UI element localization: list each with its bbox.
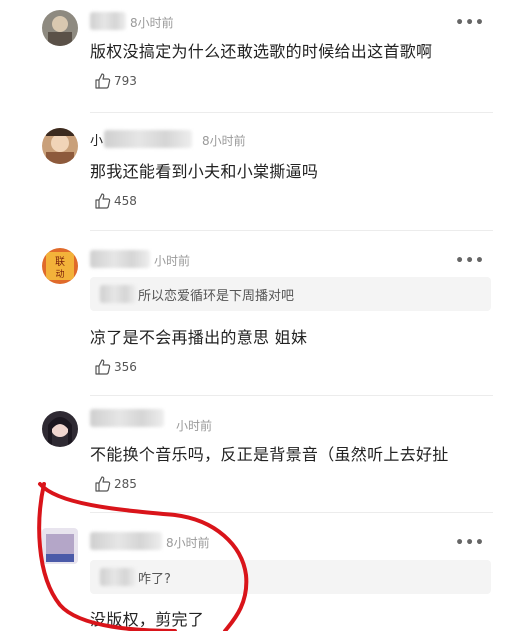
- like-count: 285: [114, 477, 137, 491]
- like-count: 458: [114, 194, 137, 208]
- comment-item: 8小时前 ••• 版权没搞定为什么还敢选歌的时候给出这首歌啊 793: [0, 0, 521, 112]
- svg-text:联: 联: [55, 256, 65, 268]
- avatar[interactable]: [42, 10, 78, 46]
- username-redacted: [90, 250, 150, 268]
- quoted-reply[interactable]: 所以恋爱循环是下周播对吧: [90, 277, 491, 311]
- like-button[interactable]: 458: [94, 192, 137, 210]
- like-count: 793: [114, 74, 137, 88]
- avatar-image: [42, 128, 78, 164]
- avatar[interactable]: [42, 528, 78, 564]
- comment-text: 那我还能看到小夫和小棠撕逼吗: [90, 162, 319, 181]
- username-redacted: [90, 532, 162, 550]
- comment-text: 凉了是不会再播出的意思 姐妹: [90, 328, 308, 347]
- comment-text: 版权没搞定为什么还敢选歌的时候给出这首歌啊: [90, 42, 433, 61]
- quoted-username-redacted: [100, 285, 136, 303]
- svg-text:动: 动: [55, 269, 64, 280]
- quoted-text: 所以恋爱循环是下周播对吧: [138, 289, 295, 304]
- avatar[interactable]: [42, 411, 78, 447]
- comment-time: 小时前: [154, 254, 191, 268]
- like-button[interactable]: 356: [94, 358, 137, 376]
- username-redacted: [90, 409, 164, 427]
- avatar-image: 联 动: [42, 248, 78, 284]
- comment-time: 8小时前: [166, 536, 210, 550]
- thumbs-up-icon: [95, 193, 111, 209]
- username-redacted: [90, 12, 126, 30]
- username: 小: [90, 134, 104, 149]
- avatar-image: [42, 528, 78, 564]
- like-button[interactable]: 285: [94, 475, 137, 493]
- comment-item: 联 动 小时前 ••• 所以恋爱循环是下周播对吧 凉了是不会再播出的意思 姐妹 …: [0, 230, 521, 395]
- comment-item: 8小时前 ••• 咋了? 没版权，剪完了: [0, 512, 521, 631]
- comment-time: 8小时前: [130, 16, 174, 30]
- thumbs-up-icon: [95, 73, 111, 89]
- avatar-image: [42, 411, 78, 447]
- quoted-reply[interactable]: 咋了?: [90, 560, 491, 594]
- comment-item: 小 8小时前 那我还能看到小夫和小棠撕逼吗 458: [0, 112, 521, 230]
- more-dots-icon[interactable]: •••: [455, 254, 485, 268]
- username-redacted: [104, 130, 192, 148]
- more-dots-icon[interactable]: •••: [455, 16, 485, 30]
- quoted-text: 咋了?: [138, 572, 171, 587]
- like-count: 356: [114, 360, 137, 374]
- avatar[interactable]: [42, 128, 78, 164]
- avatar[interactable]: 联 动: [42, 248, 78, 284]
- comment-text: 不能换个音乐吗，反正是背景音（虽然听上去好扯: [90, 445, 449, 464]
- comment-time: 8小时前: [202, 134, 246, 148]
- more-dots-icon[interactable]: •••: [455, 536, 485, 550]
- comment-text: 没版权，剪完了: [90, 610, 205, 629]
- quoted-username-redacted: [100, 568, 136, 586]
- comment-time: 小时前: [176, 419, 213, 433]
- avatar-image: [42, 10, 78, 46]
- like-button[interactable]: 793: [94, 72, 137, 90]
- thumbs-up-icon: [95, 476, 111, 492]
- thumbs-up-icon: [95, 359, 111, 375]
- comment-item: 小时前 不能换个音乐吗，反正是背景音（虽然听上去好扯 285: [0, 395, 521, 512]
